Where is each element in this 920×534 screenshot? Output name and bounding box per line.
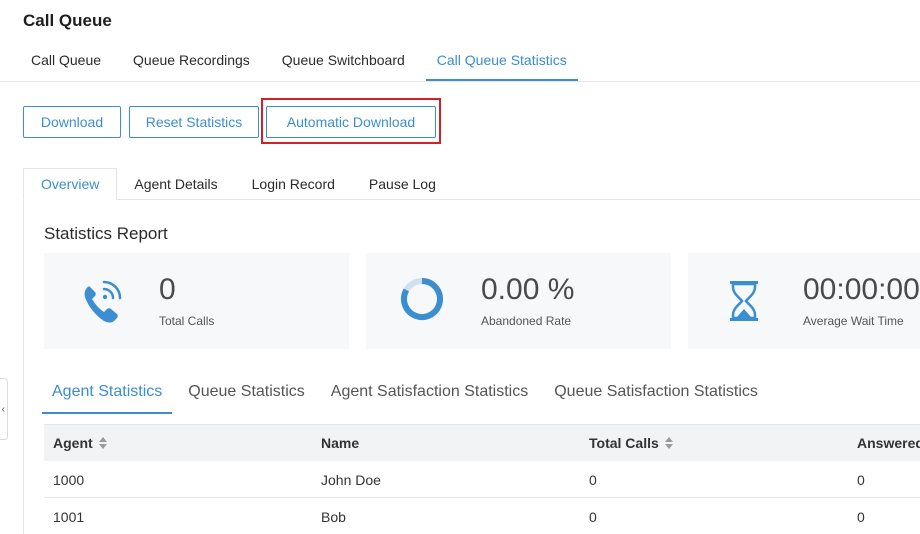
inner-tab-bar: Overview Agent Details Login Record Paus…	[23, 168, 453, 200]
average-wait-time-label: Average Wait Time	[803, 314, 904, 328]
total-calls-value: 0	[159, 273, 176, 306]
cell-name: Bob	[321, 509, 346, 525]
statistics-tab-bar: Agent Statistics Queue Statistics Agent …	[42, 374, 774, 414]
tab-queue-recordings[interactable]: Queue Recordings	[122, 43, 261, 81]
reset-statistics-button[interactable]: Reset Statistics	[129, 106, 259, 138]
tab-call-queue-statistics[interactable]: Call Queue Statistics	[425, 43, 578, 81]
total-calls-label: Total Calls	[159, 314, 215, 328]
tab-queue-satisfaction-statistics[interactable]: Queue Satisfaction Statistics	[544, 374, 768, 414]
collapse-handle[interactable]: ‹	[0, 378, 8, 440]
column-header-name: Name	[321, 435, 360, 451]
abandoned-rate-value: 0.00 %	[481, 273, 575, 306]
tab-login-record[interactable]: Login Record	[234, 168, 352, 200]
cell-agent: 1000	[53, 472, 85, 488]
panel-border	[23, 199, 24, 534]
tab-agent-details[interactable]: Agent Details	[117, 168, 235, 200]
tab-queue-statistics[interactable]: Queue Statistics	[178, 374, 315, 414]
top-tab-bar: Call Queue Queue Recordings Queue Switch…	[20, 43, 588, 81]
table-row: 1001 Bob 0 0	[44, 498, 920, 534]
cell-name: John Doe	[321, 472, 381, 488]
table-header: Agent Name Total Calls Answered	[44, 424, 920, 461]
ring-progress-icon	[401, 278, 443, 320]
column-header-total-calls[interactable]: Total Calls	[589, 435, 673, 451]
download-button[interactable]: Download	[23, 106, 121, 138]
phone-ringing-icon	[84, 280, 122, 323]
sort-icon[interactable]	[664, 437, 673, 449]
tab-agent-satisfaction-statistics[interactable]: Agent Satisfaction Statistics	[321, 374, 538, 414]
abandoned-rate-label: Abandoned Rate	[481, 314, 572, 328]
column-header-answered: Answered	[857, 435, 920, 451]
tab-pause-log[interactable]: Pause Log	[351, 168, 453, 200]
sort-icon[interactable]	[98, 437, 107, 449]
hourglass-icon	[730, 281, 758, 321]
total-calls-card: 0 Total Calls	[44, 253, 349, 349]
cell-total-calls: 0	[589, 509, 597, 525]
agent-statistics-table: Agent Name Total Calls Answered 1000 Joh…	[44, 424, 920, 534]
tab-divider	[0, 81, 920, 82]
cell-answered: 0	[857, 472, 865, 488]
tab-agent-statistics[interactable]: Agent Statistics	[42, 374, 173, 414]
tab-call-queue[interactable]: Call Queue	[20, 43, 112, 81]
average-wait-time-card: 00:00:00 Average Wait Time	[688, 253, 920, 349]
chevron-left-icon: ‹	[1, 403, 5, 415]
cell-agent: 1001	[53, 509, 85, 525]
section-title: Statistics Report	[44, 224, 168, 243]
table-row: 1000 John Doe 0 0	[44, 461, 920, 498]
cell-answered: 0	[857, 509, 865, 525]
tab-queue-switchboard[interactable]: Queue Switchboard	[271, 43, 416, 81]
abandoned-rate-card: 0.00 % Abandoned Rate	[366, 253, 671, 349]
column-header-agent[interactable]: Agent	[53, 435, 107, 451]
highlight-box	[261, 98, 441, 144]
tab-overview[interactable]: Overview	[23, 168, 118, 200]
average-wait-time-value: 00:00:00	[803, 273, 920, 306]
page-title: Call Queue	[23, 11, 112, 30]
cell-total-calls: 0	[589, 472, 597, 488]
